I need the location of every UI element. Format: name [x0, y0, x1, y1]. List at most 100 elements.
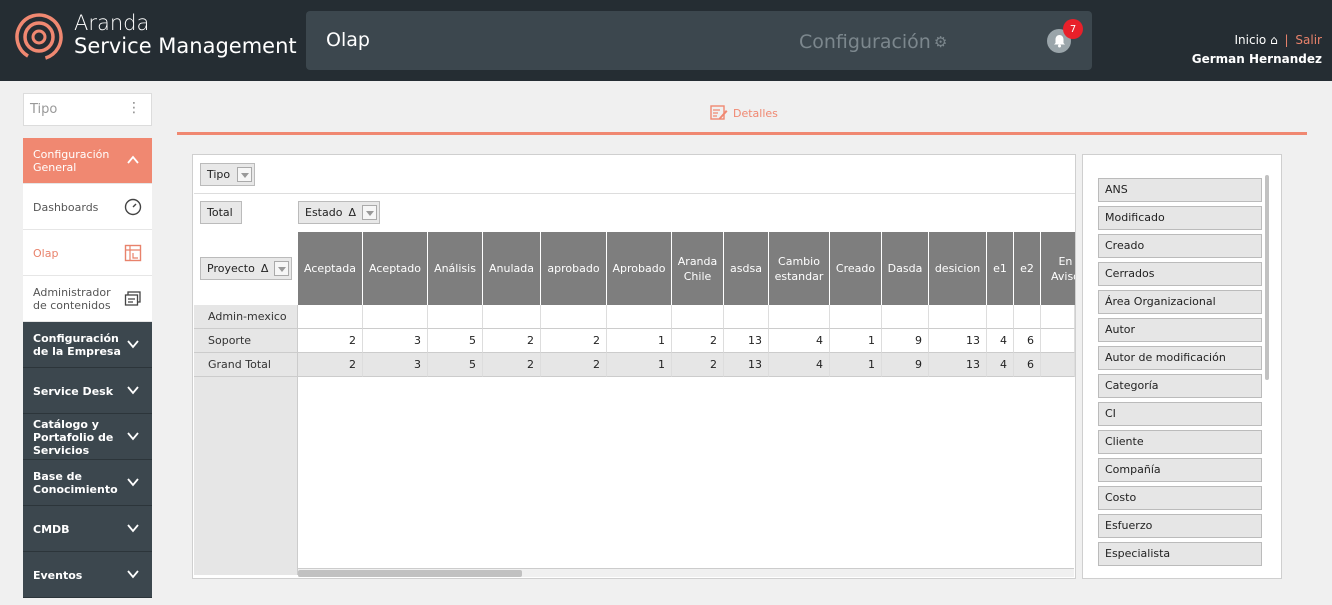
- edit-details-icon: [710, 105, 728, 120]
- column-header[interactable]: aprobado: [541, 232, 607, 305]
- row-header[interactable]: Soporte: [194, 329, 298, 353]
- configuration-link[interactable]: Configuración ⚙: [799, 31, 947, 53]
- search-placeholder: Tipo: [30, 102, 58, 117]
- sidebar-item-configuracion-empresa[interactable]: Configuración de la Empresa: [23, 322, 152, 368]
- column-field-estado[interactable]: Estado Δ: [298, 201, 380, 224]
- column-header[interactable]: En Aviso: [1041, 232, 1075, 305]
- chevron-down-icon: [127, 386, 139, 395]
- pivot-cell: 6: [1014, 329, 1041, 353]
- pivot-cell: [298, 305, 363, 329]
- field-item[interactable]: Compañía: [1098, 458, 1262, 482]
- pivot-cell: [769, 305, 830, 329]
- column-header[interactable]: desicion: [929, 232, 987, 305]
- pivot-cell: 2: [672, 329, 724, 353]
- row-field-proyecto[interactable]: Proyecto Δ: [200, 257, 292, 280]
- column-header[interactable]: Aprobado: [607, 232, 672, 305]
- gear-icon: ⚙: [933, 33, 948, 51]
- sidebar-search-input[interactable]: Tipo ⋮: [23, 93, 152, 126]
- pivot-total-cell: 13: [929, 353, 987, 377]
- more-options-icon[interactable]: ⋮: [127, 100, 141, 116]
- tab-detalles[interactable]: Detalles: [710, 105, 778, 121]
- pivot-cell: 4: [987, 329, 1014, 353]
- aranda-logo-icon: [15, 13, 63, 61]
- row-header[interactable]: Grand Total: [194, 353, 298, 377]
- dropdown-icon[interactable]: [362, 205, 377, 220]
- header-separator: |: [1284, 33, 1289, 47]
- column-header[interactable]: e2: [1014, 232, 1041, 305]
- content-tabbar: Detalles: [177, 92, 1307, 135]
- sidebar-item-label: Catálogo y Portafolio de Servicios: [33, 418, 114, 457]
- sidebar-item-catalogo-portafolio[interactable]: Catálogo y Portafolio de Servicios: [23, 414, 152, 460]
- pivot-cell: [1041, 305, 1075, 329]
- column-header[interactable]: Anulada: [483, 232, 541, 305]
- field-item[interactable]: Costo: [1098, 486, 1262, 510]
- filter-field-tipo[interactable]: Tipo: [200, 163, 255, 186]
- scrollbar-thumb[interactable]: [298, 570, 522, 577]
- sidebar-item-service-desk[interactable]: Service Desk: [23, 368, 152, 414]
- pivot-total-cell: 13: [724, 353, 769, 377]
- sidebar-item-cmdb[interactable]: CMDB: [23, 506, 152, 552]
- column-header[interactable]: e1: [987, 232, 1014, 305]
- column-header[interactable]: Aceptado: [363, 232, 428, 305]
- pivot-cell: 4: [769, 329, 830, 353]
- gauge-icon: [124, 198, 142, 216]
- dropdown-icon[interactable]: [237, 167, 252, 182]
- sidebar-item-label: Base de Conocimiento: [33, 470, 118, 496]
- column-header[interactable]: Creado: [830, 232, 882, 305]
- field-item[interactable]: Modificado: [1098, 206, 1262, 230]
- sidebar-item-base-conocimiento[interactable]: Base de Conocimiento: [23, 460, 152, 506]
- field-item[interactable]: Cerrados: [1098, 262, 1262, 286]
- content-manager-icon: [124, 291, 141, 306]
- sort-ascending-icon: Δ: [260, 262, 269, 275]
- field-item[interactable]: Categoría: [1098, 374, 1262, 398]
- tab-detalles-label: Detalles: [733, 106, 778, 120]
- field-item[interactable]: ANS: [1098, 178, 1262, 202]
- sidebar-item-label: Configuración General: [33, 148, 110, 174]
- pivot-total-cell: 9: [882, 353, 929, 377]
- notifications-badge: 7: [1063, 19, 1083, 39]
- home-link[interactable]: Inicio ⌂: [1235, 33, 1278, 47]
- pivot-cell: [363, 305, 428, 329]
- field-item[interactable]: Autor: [1098, 318, 1262, 342]
- horizontal-scrollbar[interactable]: [298, 568, 1074, 577]
- field-item[interactable]: CI: [1098, 402, 1262, 426]
- chevron-down-icon: [127, 432, 139, 441]
- sidebar-item-administrador-contenidos[interactable]: Administrador de contenidos: [23, 276, 152, 322]
- field-item[interactable]: Área Organizacional: [1098, 290, 1262, 314]
- field-item[interactable]: Autor de modificación: [1098, 346, 1262, 370]
- chevron-down-icon: [127, 340, 139, 349]
- sidebar-item-olap[interactable]: Olap: [23, 230, 152, 276]
- field-item[interactable]: Cliente: [1098, 430, 1262, 454]
- sidebar: Tipo ⋮ Configuración General Dashboards …: [23, 93, 152, 598]
- module-title: Olap: [326, 29, 370, 51]
- column-header[interactable]: asdsa: [724, 232, 769, 305]
- pivot-total-cell: 4: [769, 353, 830, 377]
- sidebar-item-label: Eventos: [33, 569, 83, 582]
- pivot-total-cell: 3: [363, 353, 428, 377]
- app-header: Aranda Service Management Olap Configura…: [0, 0, 1332, 81]
- row-header[interactable]: Admin-mexico: [194, 305, 298, 329]
- user-name: German Hernandez: [1191, 52, 1322, 66]
- column-header[interactable]: Aceptada: [298, 232, 363, 305]
- dropdown-icon[interactable]: [274, 261, 289, 276]
- olap-icon: [124, 244, 142, 262]
- vertical-scrollbar[interactable]: [1265, 175, 1269, 380]
- sidebar-item-label: Service Desk: [33, 385, 114, 398]
- column-header[interactable]: Análisis: [428, 232, 483, 305]
- field-item[interactable]: Creado: [1098, 234, 1262, 258]
- total-field-label: Total: [207, 206, 233, 219]
- pivot-total-cell: 5: [428, 353, 483, 377]
- sidebar-item-eventos[interactable]: Eventos: [23, 552, 152, 598]
- column-header[interactable]: Aranda Chile: [672, 232, 724, 305]
- column-header[interactable]: Dasda: [882, 232, 929, 305]
- column-header[interactable]: Cambio estandar: [769, 232, 830, 305]
- pivot-cell: [607, 305, 672, 329]
- logout-link[interactable]: Salir: [1295, 33, 1322, 47]
- field-item[interactable]: Especialista: [1098, 542, 1262, 566]
- pivot-cell: [1014, 305, 1041, 329]
- sidebar-item-configuracion-general[interactable]: Configuración General: [23, 138, 152, 184]
- field-item[interactable]: Esfuerzo: [1098, 514, 1262, 538]
- pivot-cell: 1: [607, 329, 672, 353]
- total-field[interactable]: Total: [200, 201, 242, 224]
- sidebar-item-dashboards[interactable]: Dashboards: [23, 184, 152, 230]
